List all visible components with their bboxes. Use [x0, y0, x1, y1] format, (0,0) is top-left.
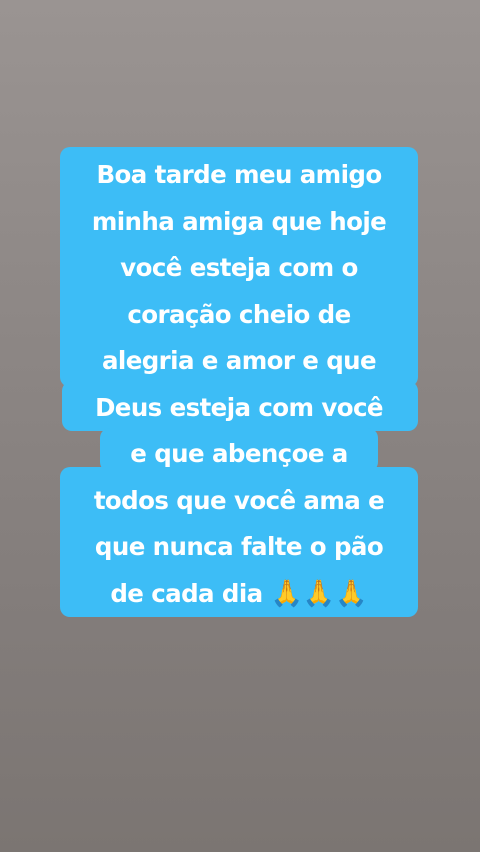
story-line: minha amiga que hoje [91, 206, 387, 236]
story-line: Deus esteja com você [95, 392, 383, 422]
story-line: coração cheio de [127, 299, 351, 329]
story-line: e que abençoe a [130, 439, 348, 468]
story-line: você esteja com o [120, 253, 358, 282]
story-text: Boa tarde meu amigo minha amiga que hoje… [60, 152, 418, 617]
praying-hands-icon: 🙏🙏🙏 [270, 578, 368, 609]
story-line: que nunca falte o pão [94, 532, 384, 561]
story-line-last: de cada dia 🙏🙏🙏 [60, 571, 418, 618]
story-line: alegria e amor e que [101, 346, 377, 375]
story-line: todos que você ama e [93, 485, 385, 515]
story-line-text: de cada dia [110, 578, 263, 608]
story-line: Boa tarde meu amigo [96, 160, 382, 189]
